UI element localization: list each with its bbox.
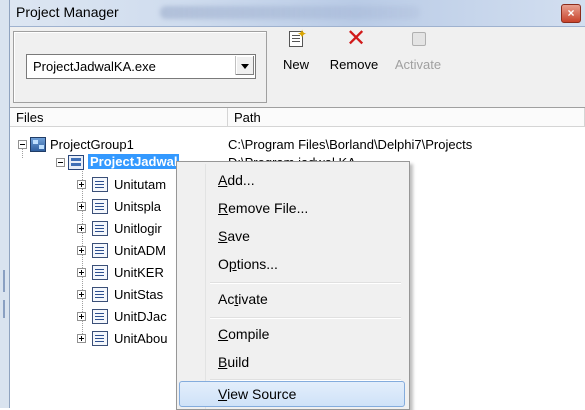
menu-item-text: Ac [218,291,235,307]
ide-left-edge [0,0,10,408]
unit-name: UnitDJac [114,309,167,324]
edge-marker [3,300,5,318]
menu-item-accelerator: R [218,200,229,216]
menu-item-accelerator: S [218,228,228,244]
activate-button-label: Activate [394,57,442,72]
menu-item-save[interactable]: Save [179,223,405,249]
close-icon: × [567,6,575,20]
tree-row-unit[interactable]: UnitDJac [10,307,185,325]
menu-item-text: O [218,256,229,272]
tree-row-unit[interactable]: Unitspla [10,197,185,215]
menu-item-remove-file[interactable]: Remove File... [179,195,405,221]
menu-item-text: ave [227,228,250,244]
project-selector-panel: ProjectJadwalKA.exe [13,31,267,103]
remove-button-label: Remove [329,57,379,72]
project-group-name: ProjectGroup1 [50,137,134,152]
remove-x-icon: ✕ [342,25,367,52]
menu-item-accelerator: C [218,326,229,342]
menu-separator [210,282,401,284]
expand-toggle-icon[interactable] [77,202,86,211]
toolbar: ProjectJadwalKA.exe ✦ New ✕ Remove Activ… [10,27,585,107]
title-bar[interactable]: Project Manager × [10,0,585,27]
project-selector-dropdown[interactable]: ProjectJadwalKA.exe [26,54,256,79]
tree-row-unit[interactable]: UnitStas [10,285,185,303]
chevron-down-icon[interactable] [235,56,254,75]
close-button[interactable]: × [561,4,581,23]
expand-toggle-icon[interactable] [77,290,86,299]
column-header-path[interactable]: Path [228,108,585,127]
unit-file-icon [92,243,108,258]
new-file-icon: ✦ [284,27,308,51]
column-header-files[interactable]: Files [10,108,228,127]
expand-toggle-icon[interactable] [77,312,86,321]
activate-button[interactable]: Activate [388,29,448,93]
sparkle-icon: ✦ [297,27,308,41]
menu-item-text: emove File... [228,200,309,216]
activate-shape [412,32,426,46]
project-file-icon [68,155,84,170]
project-name-selected: ProjectJadwal [88,154,180,169]
column-header-files-label: Files [16,110,44,125]
tree-row-unit[interactable]: UnitADM [10,241,185,259]
tree-row-unit[interactable]: Unitutam [10,175,185,193]
window-title: Project Manager [16,4,119,20]
menu-separator [210,317,401,319]
project-group-icon [30,137,46,152]
unit-file-icon [92,331,108,346]
unit-name: UnitAbou [114,331,168,346]
tree-row-unit[interactable]: UnitAbou [10,329,185,347]
remove-button[interactable]: ✕ Remove [324,25,384,93]
menu-item-text: dd... [227,172,255,188]
menu-item-accelerator: V [218,386,228,402]
expand-toggle-icon[interactable] [77,180,86,189]
expand-toggle-icon[interactable] [77,246,86,255]
edge-marker [3,270,5,292]
unit-name: Unitlogir [114,221,162,236]
collapse-toggle-icon[interactable] [18,140,27,149]
collapse-toggle-icon[interactable] [56,158,65,167]
unit-name: UnitStas [114,287,164,302]
menu-item-add[interactable]: Add... [179,167,405,193]
project-group-path: C:\Program Files\Borland\Delphi7\Project… [228,137,473,152]
unit-file-icon [92,287,108,302]
expand-toggle-icon[interactable] [77,224,86,233]
expand-toggle-icon[interactable] [77,334,86,343]
column-header-path-label: Path [234,110,261,125]
unit-name: UnitADM [114,243,167,258]
project-selector-value: ProjectJadwalKA.exe [33,59,156,74]
unit-file-icon [92,309,108,324]
new-button[interactable]: ✦ New [278,27,314,93]
menu-item-text: ivate [238,291,268,307]
menu-item-build[interactable]: Build [179,349,405,375]
blurred-background-text [160,6,420,19]
tree-row-project-group[interactable]: ProjectGroup1 C:\Program Files\Borland\D… [10,135,585,153]
menu-item-text: iew Source [227,386,297,402]
menu-item-accelerator: B [218,354,228,370]
menu-item-accelerator: A [218,172,228,188]
activate-icon [406,29,430,51]
menu-item-compile[interactable]: Compile [179,321,405,347]
unit-name: Unitspla [114,199,161,214]
tree-row-unit[interactable]: Unitlogir [10,219,185,237]
tree-row-unit[interactable]: UnitKER [10,263,185,281]
unit-file-icon [92,177,108,192]
menu-item-text: uild [227,354,250,370]
context-menu: Add... Remove File... Save Options... Ac… [176,161,410,410]
new-button-label: New [282,57,309,72]
menu-item-text: ompile [228,326,270,342]
menu-item-accelerator: p [228,256,237,272]
project-manager-window: Project Manager × ProjectJadwalKA.exe ✦ … [0,0,585,410]
unit-name: UnitKER [114,265,164,280]
unit-file-icon [92,199,108,214]
unit-name: Unitutam [114,177,167,192]
menu-item-activate[interactable]: Activate [179,286,405,312]
unit-file-icon [92,221,108,236]
menu-item-view-source[interactable]: View Source [179,381,405,407]
menu-item-options[interactable]: Options... [179,251,405,277]
menu-item-text: tions... [236,256,278,272]
x-mark: ✕ [346,25,367,52]
expand-toggle-icon[interactable] [77,268,86,277]
unit-file-icon [92,265,108,280]
